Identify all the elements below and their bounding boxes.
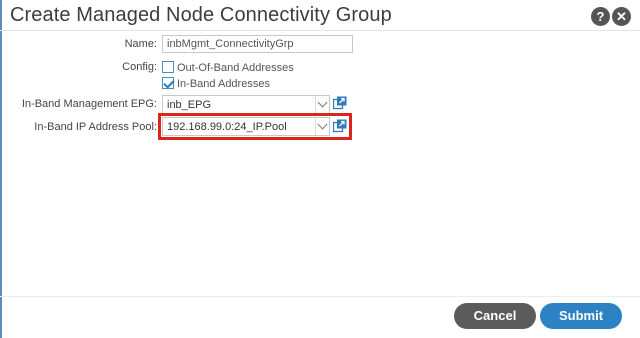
inband-epg-value: inb_EPG [167,99,212,111]
config-label: Config: [122,61,157,73]
submit-button[interactable]: Submit [540,303,622,329]
chevron-down-icon[interactable] [315,96,329,113]
inband-epg-select[interactable]: inb_EPG [162,95,330,114]
in-band-checkbox[interactable] [162,77,174,89]
help-button[interactable]: ? [591,7,610,26]
footer-divider [0,296,640,297]
window-edge [0,0,2,338]
in-band-label: In-Band Addresses [177,78,270,90]
name-label: Name: [124,38,157,50]
title-divider [0,30,640,31]
inband-pool-label: In-Band IP Address Pool: [34,121,157,133]
inband-epg-label: In-Band Management EPG: [21,98,157,110]
name-field[interactable]: inbMgmt_ConnectivityGrp [162,35,353,53]
pool-highlight-box [158,113,352,140]
close-button[interactable]: ✕ [612,7,631,26]
cancel-button[interactable]: Cancel [454,303,536,329]
out-of-band-checkbox[interactable] [162,61,174,73]
dialog-title: Create Managed Node Connectivity Group [10,4,392,26]
open-external-icon[interactable] [333,96,347,110]
create-connectivity-group-dialog: Create Managed Node Connectivity Group ?… [0,0,640,338]
out-of-band-label: Out-Of-Band Addresses [177,62,294,74]
